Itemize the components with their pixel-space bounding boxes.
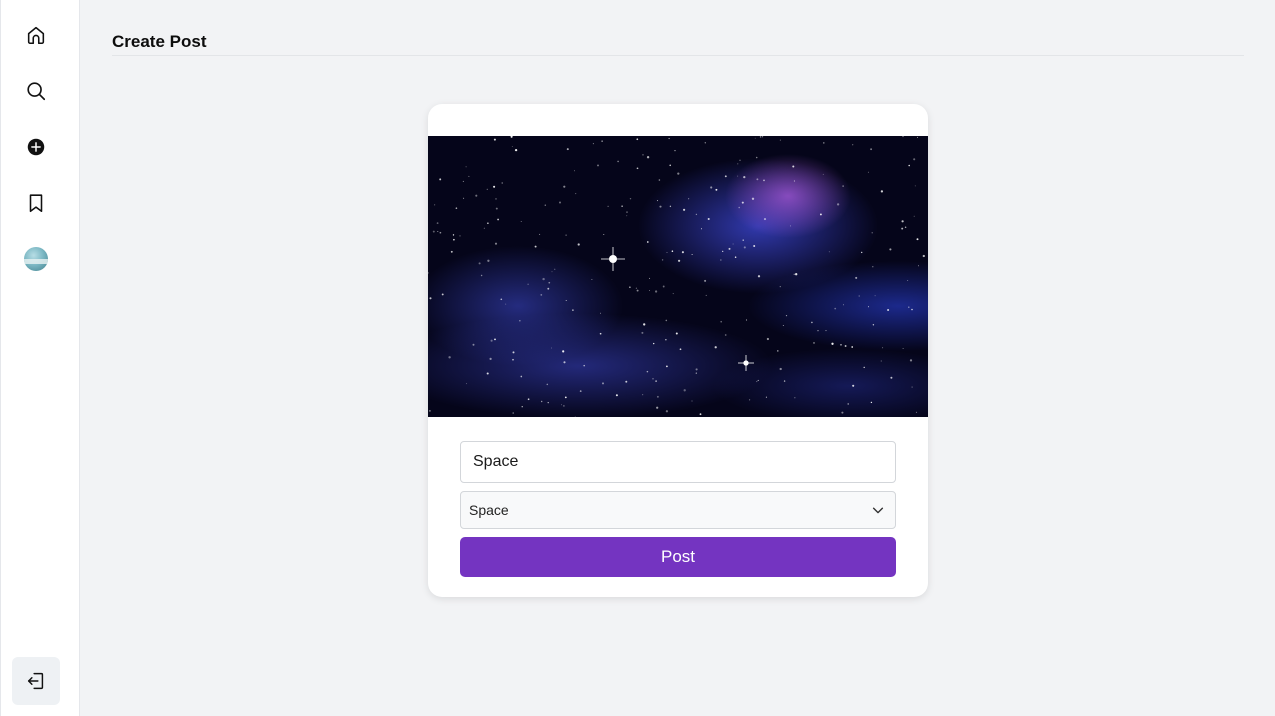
sidebar-item-profile[interactable] — [12, 235, 60, 283]
plus-circle-icon — [27, 138, 45, 156]
post-image-preview[interactable] — [428, 136, 928, 417]
starfield — [428, 136, 925, 417]
sidebar-item-create[interactable] — [12, 123, 60, 171]
create-post-card: Space Post — [428, 104, 928, 597]
avatar — [24, 247, 48, 271]
title-input[interactable] — [460, 441, 896, 483]
page-header: Create Post — [112, 33, 1244, 56]
search-icon — [27, 82, 46, 101]
sidebar-item-search[interactable] — [12, 67, 60, 115]
category-select[interactable]: Space — [460, 491, 896, 529]
category-selected-value: Space — [469, 502, 509, 518]
page-title: Create Post — [112, 32, 207, 51]
bookmark-icon — [29, 194, 43, 213]
sidebar-item-saved[interactable] — [12, 179, 60, 227]
sidebar — [0, 0, 80, 716]
home-icon — [27, 26, 45, 45]
logout-button[interactable] — [12, 657, 60, 705]
logout-icon — [27, 672, 44, 690]
chevron-down-icon — [872, 507, 884, 514]
post-button[interactable]: Post — [460, 537, 896, 577]
sidebar-item-home[interactable] — [12, 11, 60, 59]
